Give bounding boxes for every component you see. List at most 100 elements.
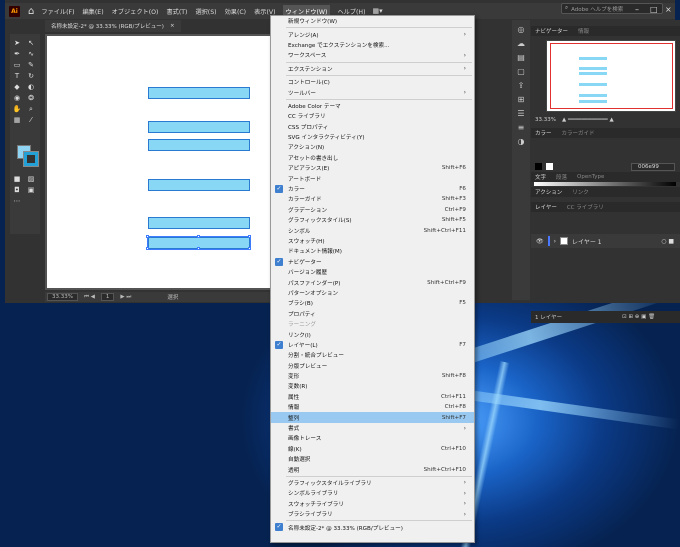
- canvas-area[interactable]: [45, 34, 275, 290]
- menu-item[interactable]: アセットの書き出し: [271, 153, 474, 163]
- tab-opentype[interactable]: OpenType: [577, 174, 604, 180]
- menu-item[interactable]: CSS プロパティ: [271, 122, 474, 132]
- menu-item[interactable]: アレンジ(A) ›: [271, 29, 474, 39]
- blue-rectangle[interactable]: [148, 217, 250, 229]
- paintbrush-tool-icon[interactable]: ✎: [28, 61, 34, 69]
- tab-navigator[interactable]: ナビゲーター: [535, 27, 568, 35]
- selection-handle[interactable]: [146, 235, 149, 238]
- warp-tool-icon[interactable]: ❂: [28, 94, 34, 102]
- menu-item[interactable]: グラフィックスタイル(S) Shift+F5: [271, 215, 474, 225]
- blue-rectangle[interactable]: [148, 121, 250, 133]
- document-tab-close-icon[interactable]: ×: [170, 23, 175, 29]
- tab-info[interactable]: 情報: [578, 27, 589, 35]
- expand-arrow-icon[interactable]: ›: [554, 238, 556, 245]
- tab-cc-libraries[interactable]: CC ライブラリ: [567, 203, 604, 211]
- menu-item[interactable]: ワークスペース ›: [271, 50, 474, 60]
- help-search-input[interactable]: ⌕ Adobe ヘルプを検索: [561, 3, 663, 14]
- transparency-icon[interactable]: ◑: [518, 137, 525, 146]
- artboard-tool-icon[interactable]: ▦: [14, 116, 21, 124]
- menu-item[interactable]: 画像トレース: [271, 433, 474, 443]
- menu-item[interactable]: Exchange でエクステンションを検索...: [271, 40, 474, 50]
- menu-item[interactable]: 線(K) Ctrl+F10: [271, 444, 474, 454]
- menu-item[interactable]: 情報 Ctrl+F8: [271, 402, 474, 412]
- menu-item[interactable]: コントロール(C): [271, 77, 474, 87]
- artboard-nav-icon[interactable]: ⏮ ◀: [84, 294, 95, 301]
- menu-item[interactable]: グラデーション Ctrl+F9: [271, 205, 474, 215]
- visibility-eye-icon[interactable]: 👁: [536, 238, 544, 245]
- tab-actions[interactable]: アクション: [535, 188, 562, 196]
- menu-edit[interactable]: 編集(E): [82, 5, 105, 18]
- menu-item[interactable]: アクション(N): [271, 142, 474, 152]
- navigator-thumbnail[interactable]: [546, 40, 676, 112]
- shape-builder-tool-icon[interactable]: ◉: [14, 94, 20, 102]
- layer-row[interactable]: 👁 › レイヤー 1 ○ ■: [531, 234, 680, 248]
- none-mode-icon[interactable]: ▨: [28, 175, 35, 183]
- maximize-icon[interactable]: □: [650, 5, 658, 14]
- menu-item[interactable]: 透明 Shift+Ctrl+F10: [271, 464, 474, 474]
- selection-handle[interactable]: [197, 247, 200, 250]
- menu-item[interactable]: ✓ カラー F6: [271, 184, 474, 194]
- menu-item[interactable]: シンボル Shift+Ctrl+F11: [271, 225, 474, 235]
- blue-rectangle[interactable]: [148, 179, 250, 191]
- curvature-tool-icon[interactable]: ∿: [28, 50, 34, 58]
- tab-paragraph[interactable]: 段落: [556, 173, 567, 181]
- menu-item[interactable]: 分割・統合プレビュー: [271, 350, 474, 360]
- menu-item[interactable]: リンク(I): [271, 329, 474, 339]
- navigator-view-box[interactable]: [550, 43, 673, 109]
- menu-item[interactable]: ブラシライブラリ ›: [271, 509, 474, 519]
- zoom-tool-icon[interactable]: ⌕: [29, 105, 33, 113]
- stroke-swatch[interactable]: [23, 151, 39, 167]
- navigator-zoom-value[interactable]: 33.33%: [535, 117, 556, 123]
- menu-item[interactable]: ✓ ナビゲーター: [271, 257, 474, 267]
- menu-item[interactable]: プロパティ: [271, 309, 474, 319]
- menu-item[interactable]: SVG インタラクティビティ(Y): [271, 132, 474, 142]
- menu-item[interactable]: ツールバー ›: [271, 87, 474, 97]
- menu-object[interactable]: オブジェクト(O): [111, 5, 160, 18]
- menu-item[interactable]: 変数(R): [271, 381, 474, 391]
- selection-tool-icon[interactable]: ➤: [14, 39, 20, 47]
- hand-tool-icon[interactable]: ✋: [13, 105, 22, 113]
- rotate-tool-icon[interactable]: ↻: [28, 72, 34, 80]
- blue-rectangle[interactable]: [148, 139, 250, 151]
- menu-item[interactable]: スウォッチ(H): [271, 236, 474, 246]
- pen-tool-icon[interactable]: ✒: [14, 50, 20, 58]
- edit-toolbar-icon[interactable]: ⋯: [14, 197, 21, 205]
- color-stroke-box[interactable]: [546, 163, 553, 170]
- eyedropper-tool-icon[interactable]: ⁄: [30, 116, 31, 124]
- artboard[interactable]: [47, 36, 275, 288]
- menu-select[interactable]: 選択(S): [194, 5, 217, 18]
- tab-layers[interactable]: レイヤー: [535, 203, 557, 211]
- menu-item[interactable]: アピアランス(E) Shift+F6: [271, 163, 474, 173]
- properties-icon[interactable]: ◎: [518, 25, 525, 34]
- screen-mode-icon[interactable]: ▣: [28, 186, 35, 194]
- selection-handle[interactable]: [248, 235, 251, 238]
- close-window-icon[interactable]: ×: [665, 5, 672, 14]
- menu-item[interactable]: グラフィックスタイルライブラリ ›: [271, 478, 474, 488]
- tab-color-guide[interactable]: カラーガイド: [562, 129, 595, 137]
- zoom-out-icon[interactable]: ▲ ━━━━━━━━━━━━ ▲: [562, 117, 614, 123]
- artboard-next-icon[interactable]: ▶ ⏭: [120, 294, 131, 301]
- menu-item[interactable]: ✓ 名称未設定-2* @ 33.33% (RGB/プレビュー): [271, 522, 474, 532]
- hex-input[interactable]: 006e99: [631, 163, 675, 171]
- menu-item[interactable]: パターンオプション: [271, 288, 474, 298]
- color-mode-icon[interactable]: ■: [14, 175, 21, 183]
- menu-item[interactable]: 自動選択: [271, 454, 474, 464]
- menu-item[interactable]: ドキュメント情報(M): [271, 246, 474, 256]
- document-tab[interactable]: 名称未設定-2* @ 33.33% (RGB/プレビュー) ×: [45, 20, 181, 32]
- menu-item[interactable]: パスファインダー(P) Shift+Ctrl+F9: [271, 277, 474, 287]
- zoom-field[interactable]: 33.33%: [47, 293, 78, 301]
- align-icon[interactable]: ☰: [517, 109, 524, 118]
- selection-handle[interactable]: [146, 247, 149, 250]
- menu-item[interactable]: カラーガイド Shift+F3: [271, 194, 474, 204]
- menu-item[interactable]: 整列 Shift+F7: [271, 412, 474, 423]
- menu-item[interactable]: スウォッチライブラリ ›: [271, 499, 474, 509]
- menu-item[interactable]: 属性 Ctrl+F11: [271, 392, 474, 402]
- menu-effect[interactable]: 効果(C): [224, 5, 248, 18]
- color-fill-box[interactable]: [535, 163, 542, 170]
- menu-item[interactable]: CC ライブラリ: [271, 111, 474, 121]
- workspace-switcher-icon[interactable]: ▦▾: [372, 7, 382, 15]
- artboards-icon[interactable]: ▢: [517, 67, 525, 76]
- export-icon[interactable]: ⇪: [518, 81, 525, 90]
- selection-handle[interactable]: [248, 247, 251, 250]
- draw-mode-icon[interactable]: ◘: [14, 186, 20, 194]
